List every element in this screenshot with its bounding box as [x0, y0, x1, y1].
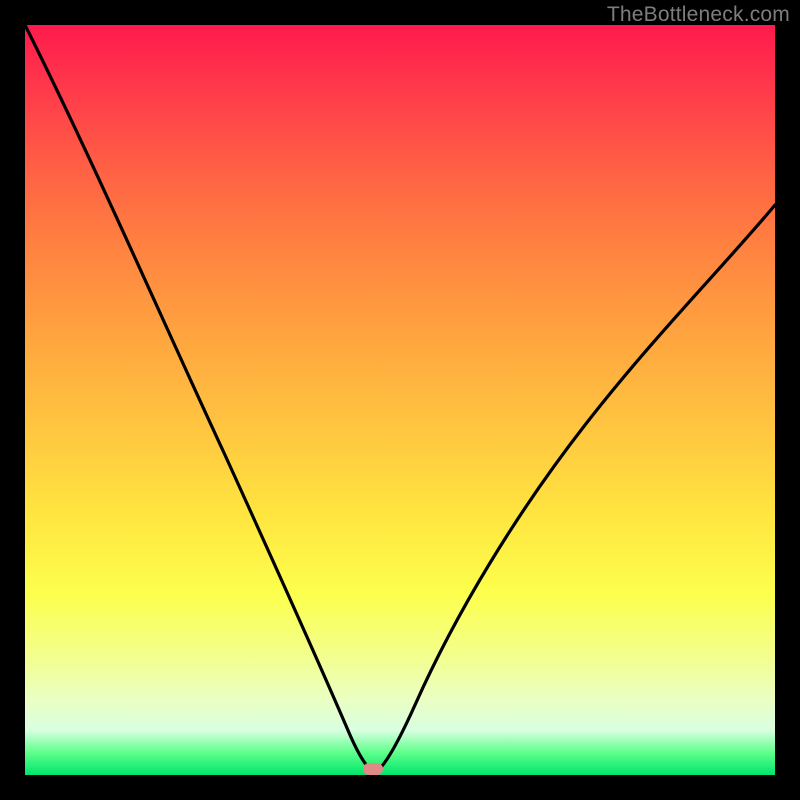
plot-area [25, 25, 775, 775]
curve-path [25, 25, 775, 771]
watermark-text: TheBottleneck.com [607, 3, 790, 27]
bottleneck-curve [25, 25, 775, 775]
chart-frame: TheBottleneck.com [0, 0, 800, 800]
minimum-marker [363, 763, 383, 775]
